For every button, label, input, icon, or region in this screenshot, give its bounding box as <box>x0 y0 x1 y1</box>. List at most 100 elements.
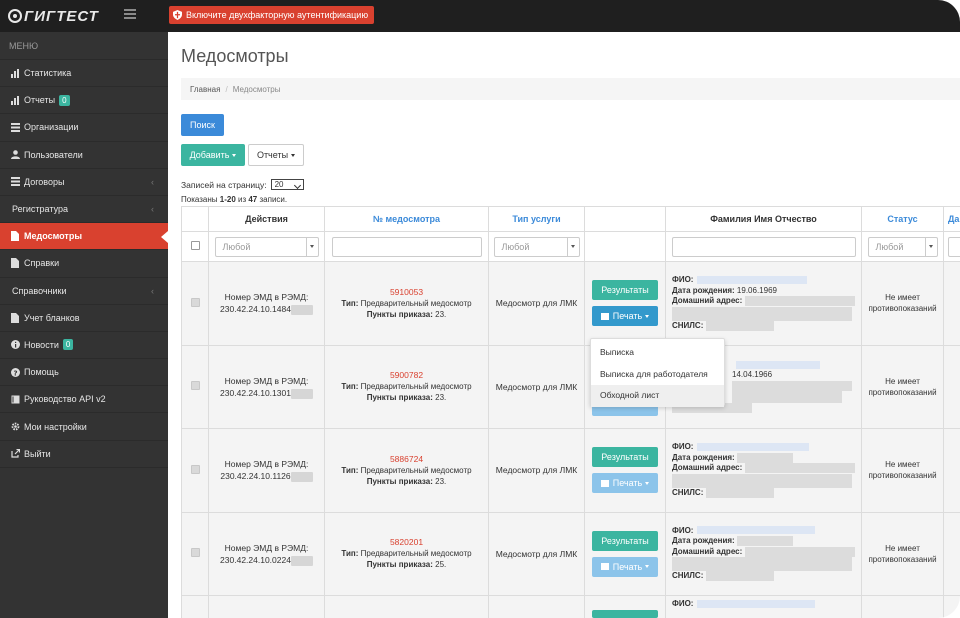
date-cell <box>943 511 960 596</box>
sidebar-item-reports[interactable]: Отчеты 0 <box>0 87 168 115</box>
add-button-label: Добавить <box>189 150 230 160</box>
sidebar-item-logout[interactable]: Выйти <box>0 441 168 468</box>
table-row[interactable]: Номер ЭМД в РЭМД: 230.42.24.10.1301 59007… <box>181 344 960 429</box>
status-cell: Не имеет противопоказаний <box>861 344 944 429</box>
header-date[interactable]: Да <box>943 206 960 232</box>
status-filter-select[interactable]: Любой <box>867 236 938 257</box>
service-cell: Медосмотр для ЛМК <box>488 344 585 429</box>
filter-cell: Любой <box>208 231 325 262</box>
sidebar-item-label: Учет бланков <box>24 312 80 323</box>
header-exam-number[interactable]: № медосмотра <box>324 206 489 232</box>
exam-number-link[interactable]: 5820201 <box>325 537 488 548</box>
sidebar-item-news[interactable]: Новости 0 <box>0 332 168 360</box>
print-menu-item-employer-extract[interactable]: Выписка для работодателя <box>591 364 724 386</box>
table-row[interactable]: Номер ЭМД в РЭМД: 230.42.24.10.1126 58867… <box>181 428 960 513</box>
bar-chart-icon <box>10 68 20 78</box>
per-page-select[interactable]: 20 <box>270 179 304 190</box>
print-menu-item-extract[interactable]: Выписка <box>591 342 724 364</box>
exam-number-link[interactable]: 5900782 <box>325 370 488 381</box>
two-factor-alert-label: Включите двухфакторную аутентификацию <box>186 10 369 20</box>
sidebar-item-medical-exams[interactable]: Медосмотры <box>0 223 168 251</box>
points-label: Пункты приказа: <box>366 309 433 319</box>
print-dropdown-menu: Выписка Выписка для работодателя Обходно… <box>590 338 725 407</box>
print-button[interactable]: Печать <box>592 556 658 577</box>
print-button[interactable]: Печать <box>592 306 658 327</box>
emd-number: 230.42.24.10.0224 <box>220 554 291 565</box>
sidebar-item-organizations[interactable]: Организации <box>0 114 168 142</box>
app-window: ГИГТЕСТ Включите двухфакторную аутентифи… <box>0 0 960 618</box>
sidebar-item-settings[interactable]: Мои настройки <box>0 413 168 441</box>
shown-mid: из <box>235 195 249 204</box>
exam-number-filter-input[interactable] <box>331 236 482 257</box>
buttons-cell: Результаты Печать <box>584 428 666 513</box>
exam-number-link[interactable]: 5910053 <box>325 287 488 298</box>
search-button[interactable]: Поиск <box>181 114 224 136</box>
points-label: Пункты приказа: <box>366 393 433 403</box>
sidebar-item-help[interactable]: ? Помощь <box>0 359 168 387</box>
redacted-block <box>697 526 816 535</box>
date-filter-input[interactable] <box>948 236 960 257</box>
print-button-label: Печать <box>612 311 643 322</box>
select-all-cell <box>181 231 209 262</box>
results-button[interactable] <box>592 610 658 618</box>
filter-placeholder: Любой <box>501 241 530 252</box>
redacted-block <box>705 487 774 498</box>
header-service-type[interactable]: Тип услуги <box>488 206 585 232</box>
row-checkbox[interactable] <box>190 297 200 307</box>
row-checkbox[interactable] <box>190 464 200 474</box>
results-button[interactable]: Результаты <box>592 447 658 468</box>
sidebar-item-registry[interactable]: Регистратура ‹ <box>0 196 168 224</box>
two-factor-alert-button[interactable]: Включите двухфакторную аутентификацию <box>169 6 375 24</box>
sidebar-item-statistics[interactable]: Статистика <box>0 60 168 88</box>
fio-filter-input[interactable] <box>671 236 856 257</box>
service-type-filter-select[interactable]: Любой <box>493 236 580 257</box>
printer-icon <box>600 563 609 571</box>
emd-label: Номер ЭМД в РЭМД: <box>224 375 309 386</box>
redacted-block <box>736 360 820 369</box>
breadcrumb-home-link[interactable]: Главная <box>190 85 220 94</box>
select-all-checkbox[interactable] <box>190 241 200 250</box>
logo[interactable]: ГИГТЕСТ <box>8 7 99 25</box>
redacted-block <box>736 536 793 547</box>
sidebar-item-contracts[interactable]: Договоры ‹ <box>0 169 168 196</box>
header-status[interactable]: Статус <box>861 206 944 232</box>
type-label: Тип: <box>341 465 359 475</box>
exam-number-link[interactable]: 5886724 <box>325 454 488 465</box>
row-checkbox[interactable] <box>190 548 200 558</box>
table-row[interactable]: Номер ЭМД в РЭМД: 230.42.24.10.0224 58202… <box>181 511 960 596</box>
book-icon <box>10 394 20 404</box>
results-button[interactable]: Результаты <box>592 280 658 301</box>
sidebar-item-certificates[interactable]: Справки <box>0 250 168 278</box>
print-button[interactable]: Печать <box>592 473 658 494</box>
row-select-cell <box>181 511 209 596</box>
emd-label: Номер ЭМД в РЭМД: <box>224 459 309 470</box>
sidebar-item-label: Статистика <box>24 68 72 79</box>
filter-row: Любой Любой Любой <box>181 231 960 262</box>
caret-down-icon <box>232 153 237 157</box>
emd-number: 230.42.24.10.1126 <box>220 471 291 482</box>
add-button[interactable]: Добавить <box>181 144 245 166</box>
emd-cell: Номер ЭМД в РЭМД: 230.42.24.10.1126 <box>208 428 325 513</box>
sidebar-item-users[interactable]: Пользователи <box>0 142 168 169</box>
results-button[interactable]: Результаты <box>592 530 658 551</box>
sidebar-item-label: Мои настройки <box>24 421 87 432</box>
sidebar-item-directories[interactable]: Справочники ‹ <box>0 278 168 305</box>
table-row[interactable]: Номер ЭМД в РЭМД: 230.42.24.10.1484 59100… <box>181 261 960 346</box>
filter-cell <box>665 231 862 262</box>
reports-button[interactable]: Отчеты <box>248 144 304 166</box>
redacted-block <box>672 557 852 572</box>
menu-toggle-icon[interactable] <box>124 9 136 21</box>
sidebar-item-api-guide[interactable]: Руководство API v2 <box>0 386 168 414</box>
redacted-block <box>736 452 793 463</box>
row-checkbox[interactable] <box>190 381 200 391</box>
redacted-block <box>732 391 842 404</box>
table-row[interactable]: ФИО: <box>181 595 960 618</box>
question-icon: ? <box>10 367 20 377</box>
filter-placeholder: Любой <box>222 241 251 252</box>
type-label: Тип: <box>341 298 359 308</box>
caret-down-icon <box>645 314 650 318</box>
actions-filter-select[interactable]: Любой <box>214 236 319 257</box>
sidebar-item-forms-accounting[interactable]: Учет бланков <box>0 305 168 332</box>
print-menu-item-bypass-sheet[interactable]: Обходной лист <box>591 385 724 407</box>
redacted-block <box>672 473 852 488</box>
